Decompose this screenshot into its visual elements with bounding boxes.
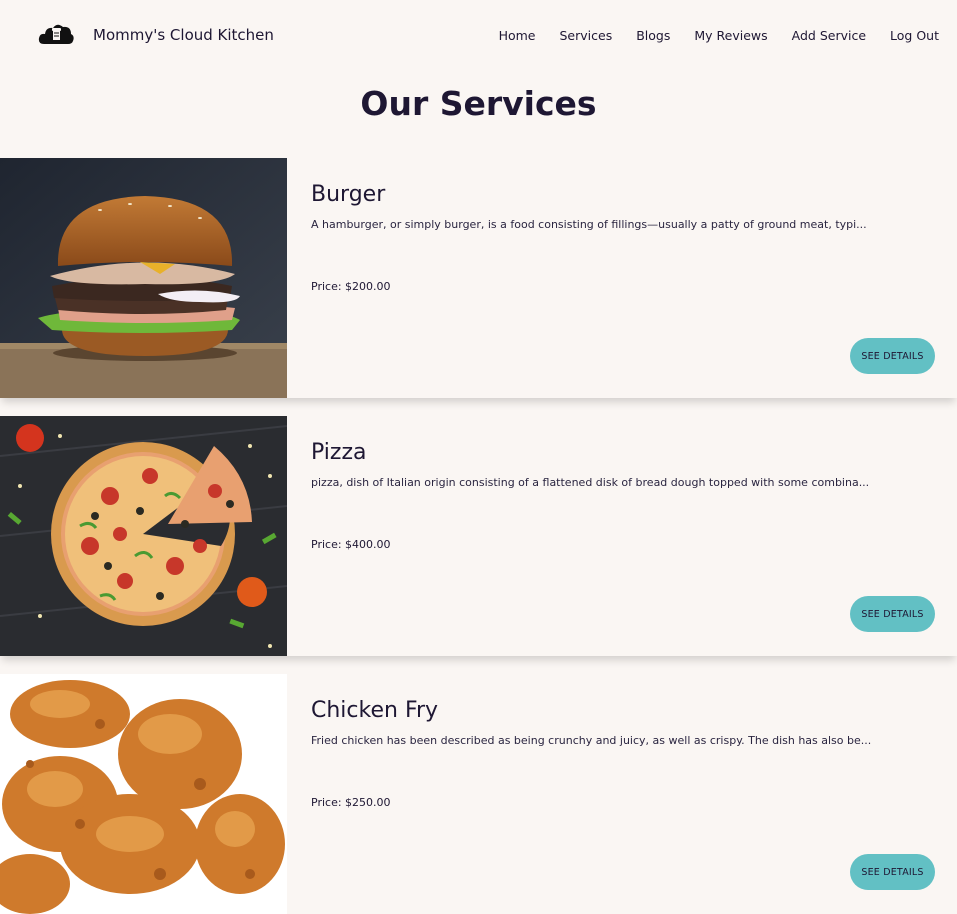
service-price: Price: $400.00 [311, 538, 391, 551]
service-price: Price: $200.00 [311, 280, 391, 293]
see-details-button[interactable]: SEE DETAILS [850, 338, 935, 374]
navbar: Mommy's Cloud Kitchen Home Services Blog… [0, 0, 957, 72]
burger-image [0, 158, 287, 398]
cloud-kitchen-logo-icon [38, 24, 74, 44]
brand[interactable]: Mommy's Cloud Kitchen [38, 22, 274, 48]
service-card-pizza: Pizza pizza, dish of Italian origin cons… [0, 416, 957, 656]
service-description: pizza, dish of Italian origin consisting… [311, 476, 870, 489]
see-details-button[interactable]: SEE DETAILS [850, 596, 935, 632]
service-description: A hamburger, or simply burger, is a food… [311, 218, 867, 231]
service-name: Chicken Fry [311, 698, 439, 723]
nav-links: Home Services Blogs My Reviews Add Servi… [475, 28, 939, 43]
service-card-burger: Burger A hamburger, or simply burger, is… [0, 158, 957, 398]
service-name: Pizza [311, 440, 367, 465]
pizza-image [0, 416, 287, 656]
see-details-button[interactable]: SEE DETAILS [850, 854, 935, 890]
service-description: Fried chicken has been described as bein… [311, 734, 871, 747]
nav-link-home[interactable]: Home [499, 28, 536, 43]
nav-link-add-service[interactable]: Add Service [792, 28, 866, 43]
nav-link-log-out[interactable]: Log Out [890, 28, 939, 43]
nav-link-services[interactable]: Services [560, 28, 613, 43]
nav-link-blogs[interactable]: Blogs [636, 28, 670, 43]
nav-link-my-reviews[interactable]: My Reviews [694, 28, 767, 43]
service-price: Price: $250.00 [311, 796, 391, 809]
brand-name[interactable]: Mommy's Cloud Kitchen [93, 26, 274, 44]
service-card-chicken-fry: Chicken Fry Fried chicken has been descr… [0, 674, 957, 914]
service-name: Burger [311, 182, 386, 207]
chicken-fry-image [0, 674, 287, 914]
page-title: Our Services [360, 84, 597, 123]
